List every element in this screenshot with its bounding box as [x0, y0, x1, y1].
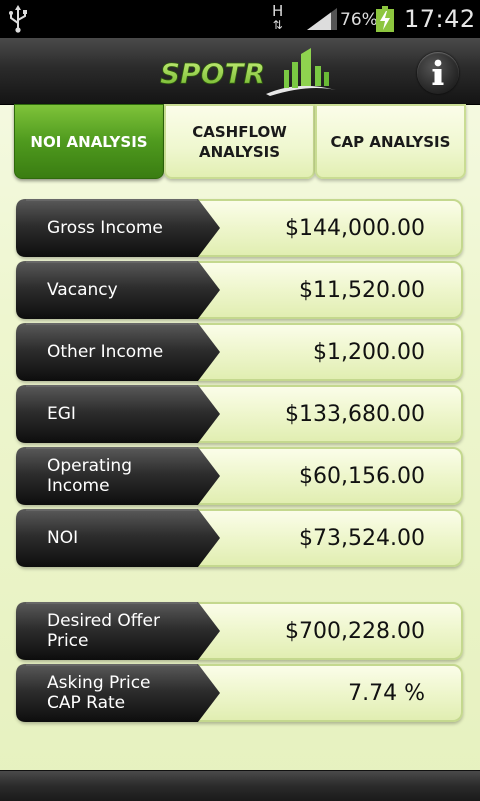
- row-vacancy: Vacancy $11,520.00: [16, 261, 463, 319]
- row-value: $60,156.00: [299, 463, 425, 489]
- row-value: $133,680.00: [285, 401, 425, 427]
- row-egi: EGI $133,680.00: [16, 385, 463, 443]
- info-button[interactable]: [417, 52, 459, 94]
- app-header: SPOTR: [0, 38, 480, 105]
- signal-icon: [307, 8, 337, 30]
- row-operating-income: Operating Income $60,156.00: [16, 447, 463, 505]
- row-label-panel: Other Income: [16, 323, 220, 381]
- row-label: NOI: [47, 528, 79, 548]
- row-label: Other Income: [47, 342, 164, 362]
- usb-icon: [9, 5, 27, 33]
- tab-label: CAP ANALYSIS: [330, 132, 451, 151]
- bottom-bar: [0, 770, 480, 801]
- battery-charging-icon: [376, 6, 394, 32]
- row-label: Vacancy: [47, 280, 118, 300]
- row-other-income: Other Income $1,200.00: [16, 323, 463, 381]
- svg-text:SPOTR: SPOTR: [160, 57, 265, 90]
- row-label-panel: EGI: [16, 385, 220, 443]
- analysis-tabs: NOI ANALYSIS CASHFLOW ANALYSIS CAP ANALY…: [14, 104, 466, 182]
- row-desired-offer-price: Desired Offer Price $700,228.00: [16, 602, 463, 660]
- tab-label: NOI ANALYSIS: [30, 132, 148, 151]
- status-bar: H ⇅ 76% 17:42: [0, 0, 480, 38]
- row-value: $11,520.00: [299, 277, 425, 303]
- row-label-panel: Desired Offer Price: [16, 602, 220, 660]
- clock: 17:42: [404, 5, 476, 33]
- row-label: Desired Offer Price: [47, 611, 160, 651]
- row-value: $144,000.00: [285, 215, 425, 241]
- spotr-logo: SPOTR: [160, 48, 336, 96]
- row-value: $73,524.00: [299, 525, 425, 551]
- row-label-panel: Vacancy: [16, 261, 220, 319]
- network-type: H: [272, 2, 284, 20]
- row-value: $700,228.00: [285, 618, 425, 644]
- tab-cashflow-analysis[interactable]: CASHFLOW ANALYSIS: [164, 104, 315, 179]
- row-noi: NOI $73,524.00: [16, 509, 463, 567]
- row-label: Operating Income: [47, 456, 132, 496]
- tab-noi-analysis[interactable]: NOI ANALYSIS: [14, 104, 164, 179]
- row-label-panel: Asking Price CAP Rate: [16, 664, 220, 722]
- row-label: EGI: [47, 404, 76, 424]
- network-arrows-icon: H ⇅: [272, 2, 284, 33]
- row-value: 7.74 %: [348, 680, 425, 706]
- row-gross-income: Gross Income $144,000.00: [16, 199, 463, 257]
- row-asking-price-cap-rate: Asking Price CAP Rate 7.74 %: [16, 664, 463, 722]
- tab-cap-analysis[interactable]: CAP ANALYSIS: [315, 104, 466, 179]
- row-label: Gross Income: [47, 218, 163, 238]
- info-icon: [432, 59, 444, 85]
- row-label-panel: Operating Income: [16, 447, 220, 505]
- battery-percent: 76%: [340, 10, 378, 30]
- row-label: Asking Price CAP Rate: [47, 673, 151, 713]
- row-value: $1,200.00: [313, 339, 425, 365]
- tab-label: CASHFLOW ANALYSIS: [192, 122, 287, 161]
- row-label-panel: NOI: [16, 509, 220, 567]
- row-label-panel: Gross Income: [16, 199, 220, 257]
